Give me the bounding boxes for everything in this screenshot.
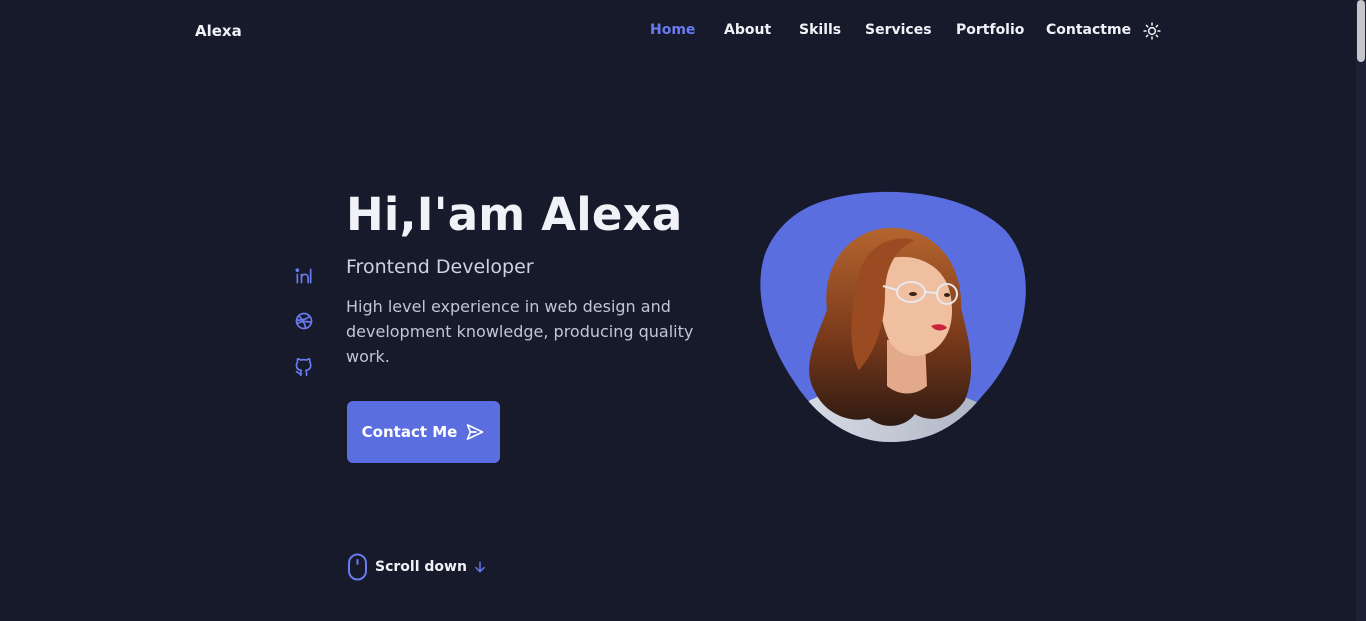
hero-subtitle: Frontend Developer bbox=[346, 256, 534, 278]
hero-title: Hi,I'am Alexa bbox=[346, 188, 683, 241]
scrollbar-thumb[interactable] bbox=[1357, 0, 1365, 62]
profile-image bbox=[755, 190, 1030, 446]
scrollbar[interactable] bbox=[1356, 0, 1366, 621]
contact-me-label: Contact Me bbox=[361, 423, 458, 441]
sun-icon bbox=[1143, 22, 1161, 40]
linkedin-icon bbox=[295, 268, 312, 284]
nav-services[interactable]: Services bbox=[865, 22, 932, 38]
scroll-down-link[interactable]: Scroll down bbox=[347, 553, 487, 581]
dribbble-icon bbox=[295, 312, 313, 330]
nav-portfolio[interactable]: Portfolio bbox=[956, 22, 1024, 38]
social-linkedin[interactable] bbox=[294, 266, 316, 288]
nav-home[interactable]: Home bbox=[650, 22, 695, 38]
scroll-down-label: Scroll down bbox=[375, 559, 467, 575]
send-icon bbox=[466, 424, 484, 440]
main-nav: Home About Skills Services Portfolio Con… bbox=[0, 22, 1366, 44]
contact-me-button[interactable]: Contact Me bbox=[347, 401, 500, 463]
nav-skills[interactable]: Skills bbox=[799, 22, 841, 38]
hero-description: High level experience in web design and … bbox=[346, 297, 694, 366]
arrow-down-icon bbox=[475, 561, 485, 573]
social-dribbble[interactable] bbox=[294, 311, 316, 333]
nav-about[interactable]: About bbox=[724, 22, 771, 38]
nav-contactme[interactable]: Contactme bbox=[1046, 22, 1131, 38]
theme-toggle[interactable] bbox=[1143, 22, 1161, 40]
mouse-icon bbox=[348, 553, 367, 581]
github-icon bbox=[295, 358, 312, 377]
social-github[interactable] bbox=[294, 357, 316, 379]
